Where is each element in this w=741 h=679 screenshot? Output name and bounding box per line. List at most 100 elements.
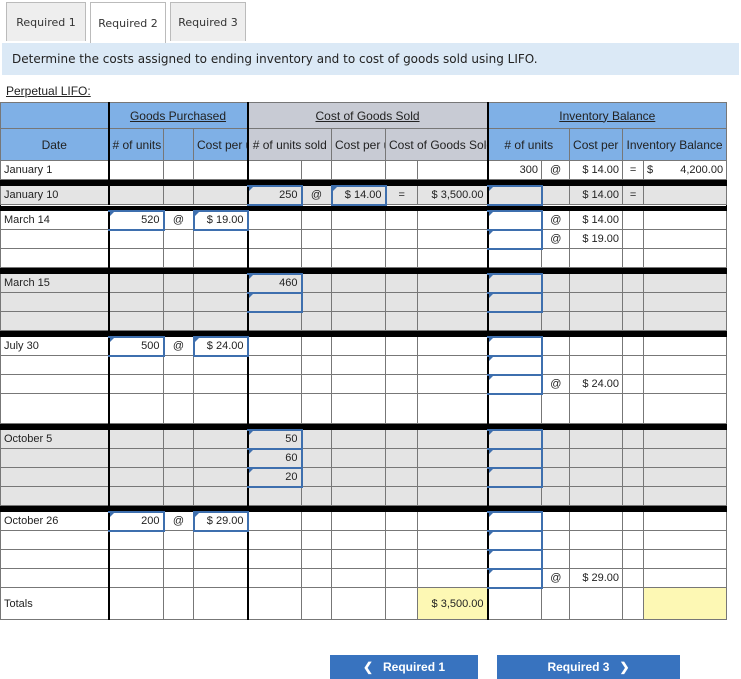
- table-row: [0, 311, 728, 331]
- ib-balance: $4,200.00: [643, 160, 728, 180]
- gp-units-input[interactable]: 520: [107, 209, 165, 231]
- ib-units: 300: [486, 160, 543, 180]
- at-symbol: @: [163, 336, 194, 356]
- tab-bar: Required 1 Required 2 Required 3: [6, 2, 250, 43]
- date-cell: March 15: [0, 273, 109, 293]
- at-symbol: @: [163, 210, 194, 230]
- cogs-units-input[interactable]: 250: [246, 184, 303, 206]
- ib-cost: $ 14.00: [569, 185, 624, 205]
- dollar-sign: $: [647, 164, 654, 176]
- cogs-units-input[interactable]: 60: [246, 447, 303, 469]
- ib-units-input[interactable]: [486, 567, 543, 589]
- cogs-total: $ 3,500.00: [416, 185, 489, 205]
- table-row: [0, 291, 728, 313]
- ib-balance-total: [643, 587, 728, 620]
- at-symbol: @: [541, 229, 571, 249]
- ib-units-input[interactable]: [486, 335, 543, 357]
- ib-cost: $ 19.00: [569, 229, 624, 249]
- next-button-label: Required 3: [547, 660, 610, 674]
- gp-units-input[interactable]: 500: [107, 335, 165, 357]
- header-date: Date: [0, 128, 109, 161]
- cogs-units-input[interactable]: 460: [246, 272, 303, 294]
- header-gp-at: [163, 128, 194, 161]
- table-row: [0, 393, 728, 424]
- gp-cost-input[interactable]: $ 24.00: [192, 335, 249, 357]
- at-symbol: @: [541, 160, 571, 180]
- gp-cost-input[interactable]: $ 29.00: [192, 510, 249, 532]
- ib-units-input[interactable]: [486, 228, 543, 250]
- header-gp-cost: Cost per unit: [193, 128, 248, 161]
- ib-units-input[interactable]: [486, 209, 543, 231]
- cogs-cost-input[interactable]: $ 14.00: [330, 184, 387, 206]
- ib-units-input[interactable]: [486, 184, 543, 206]
- header-ib-units: # of units: [486, 128, 571, 161]
- table-row: [0, 548, 728, 570]
- ib-units-input[interactable]: [486, 529, 543, 551]
- ib-balance: [643, 185, 728, 205]
- ib-units-input[interactable]: [486, 272, 543, 294]
- table-row-oct26: October 26 200 @ $ 29.00: [0, 510, 728, 532]
- ib-units-input[interactable]: [486, 447, 543, 469]
- cogs-units-input[interactable]: [246, 291, 303, 313]
- prev-button-label: Required 1: [383, 660, 446, 674]
- header-inventory-balance: Inventory Balance: [486, 102, 728, 129]
- equals-symbol: =: [385, 185, 418, 205]
- header-blank: [0, 102, 109, 129]
- tab-required-3[interactable]: Required 3: [170, 2, 246, 41]
- at-symbol: @: [541, 374, 571, 394]
- ib-cost: $ 14.00: [569, 160, 624, 180]
- equals-symbol: =: [622, 185, 645, 205]
- ib-units-input[interactable]: [486, 373, 543, 395]
- cogs-units-input[interactable]: 20: [246, 466, 303, 488]
- ib-units-input[interactable]: [486, 354, 543, 376]
- ib-cost: $ 24.00: [569, 374, 624, 394]
- next-required-3-button[interactable]: Required 3 ❯: [497, 655, 680, 679]
- tab-required-2[interactable]: Required 2: [90, 2, 166, 43]
- table-row: 20: [0, 466, 728, 488]
- header-cogs-total: Cost of Goods Sold: [384, 128, 489, 161]
- table-row: @ $ 24.00: [0, 373, 728, 395]
- date-cell: October 26: [0, 511, 109, 531]
- table-row-mar15: March 15 460: [0, 272, 728, 294]
- table-row-totals: Totals $ 3,500.00: [0, 587, 728, 620]
- table-row-jul30: July 30 500 @ $ 24.00: [0, 335, 728, 357]
- gp-cost-input[interactable]: $ 19.00: [192, 209, 249, 231]
- section-title: Perpetual LIFO:: [6, 84, 91, 98]
- at-symbol: @: [541, 568, 571, 588]
- table-row: [0, 248, 728, 268]
- at-symbol: @: [163, 511, 194, 531]
- table-row: 60: [0, 447, 728, 469]
- tab-required-1[interactable]: Required 1: [6, 2, 86, 41]
- instruction-banner: Determine the costs assigned to ending i…: [2, 43, 739, 75]
- table-row: [0, 529, 728, 551]
- date-cell: October 5: [0, 429, 109, 449]
- ib-units-input[interactable]: [486, 466, 543, 488]
- totals-label: Totals: [0, 587, 109, 620]
- ib-units-input[interactable]: [486, 548, 543, 570]
- date-cell: July 30: [0, 336, 109, 356]
- equals-symbol: =: [622, 160, 645, 180]
- date-cell: March 14: [0, 210, 109, 230]
- chevron-left-icon: ❮: [362, 660, 374, 674]
- at-symbol: @: [301, 185, 332, 205]
- ib-units-input[interactable]: [486, 428, 543, 450]
- header-cogs-cost: Cost per unit: [331, 128, 386, 161]
- prev-required-1-button[interactable]: ❮ Required 1: [330, 655, 478, 679]
- ib-cost: $ 29.00: [569, 568, 624, 588]
- cogs-units-input[interactable]: 50: [246, 428, 303, 450]
- table-row: @ $ 19.00: [0, 228, 728, 250]
- header-cost-of-goods-sold: Cost of Goods Sold: [246, 102, 489, 129]
- table-row-jan1: January 1 300 @ $ 14.00 = $4,200.00: [0, 160, 728, 180]
- table-row: [0, 354, 728, 376]
- table-row-oct5: October 5 50: [0, 428, 728, 450]
- header-ib-cost: Cost per unit: [569, 128, 624, 161]
- table-row-jan10: January 10 250 @ $ 14.00 = $ 3,500.00 $ …: [0, 184, 728, 206]
- ib-units-input[interactable]: [486, 510, 543, 532]
- ib-units-input[interactable]: [486, 291, 543, 313]
- ib-cost: $ 14.00: [569, 210, 624, 230]
- table-row-mar14: March 14 520 @ $ 19.00 @ $ 14.00: [0, 209, 728, 231]
- header-goods-purchased: Goods Purchased: [107, 102, 248, 129]
- header-gp-units: # of units: [107, 128, 164, 161]
- gp-units-input[interactable]: 200: [107, 510, 165, 532]
- table-row: [0, 486, 728, 506]
